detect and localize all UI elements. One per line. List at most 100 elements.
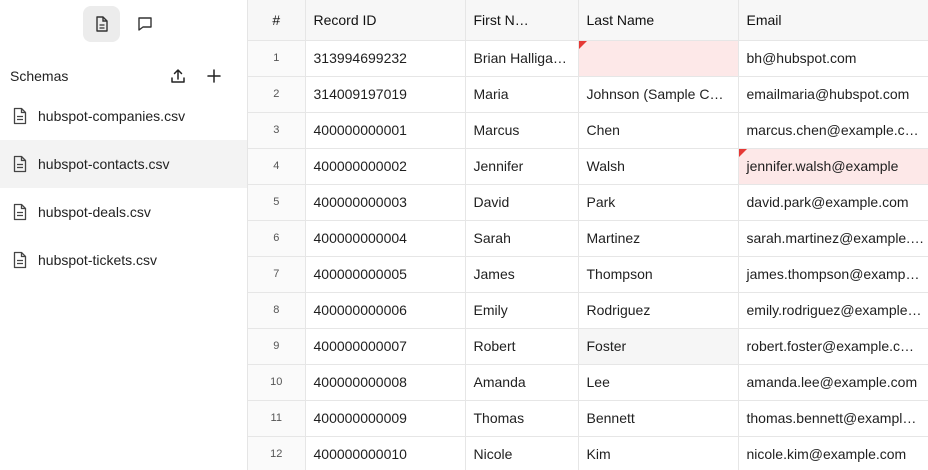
file-name: hubspot-contacts.csv [38,156,170,172]
document-icon [95,16,109,32]
upload-icon [170,68,186,84]
last-name-cell[interactable] [578,40,739,77]
first-name-cell[interactable]: James [465,256,579,293]
table-body: 1 313994699232 Brian Halligan… bh@hubspot.c… [248,40,928,470]
first-name-cell[interactable]: Thomas [465,400,579,437]
email-cell[interactable]: james.thompson@examp… [738,256,928,293]
last-name-cell[interactable]: Chen [578,112,739,149]
row-number-cell: 1 [248,40,306,77]
first-name-cell[interactable]: Brian Halligan… [465,40,579,77]
table-row[interactable]: 11 400000000009 Thomas Bennett thomas.bennet… [248,400,928,437]
row-number-cell: 9 [248,328,306,365]
first-name-cell[interactable]: Maria [465,76,579,113]
email-cell[interactable]: thomas.bennett@exampl… [738,400,928,437]
file-list: hubspot-companies.csv hubspot-contacts.cs… [0,92,247,284]
first-name-cell[interactable]: Robert [465,328,579,365]
first-name-cell[interactable]: Nicole [465,436,579,470]
add-schema-button[interactable] [201,63,227,89]
file-item[interactable]: hubspot-contacts.csv [0,140,247,188]
column-header-email[interactable]: Email [738,0,928,41]
last-name-cell[interactable]: Rodriguez [578,292,739,329]
table-row[interactable]: 12 400000000010 Nicole Kim nicole.kim@exampl… [248,436,928,470]
table-row[interactable]: 1 313994699232 Brian Halligan… bh@hubspot.c… [248,40,928,77]
column-header-last-name[interactable]: Last Name [578,0,739,41]
email-cell[interactable]: robert.foster@example.c… [738,328,928,365]
table-row[interactable]: 3 400000000001 Marcus Chen marcus.chen@examp… [248,112,928,149]
last-name-cell[interactable]: Bennett [578,400,739,437]
table-row[interactable]: 10 400000000008 Amanda Lee amanda.lee@exampl… [248,364,928,401]
file-item[interactable]: hubspot-deals.csv [0,188,247,236]
record-id-cell[interactable]: 400000000009 [305,400,466,437]
last-name-cell[interactable]: Lee [578,364,739,401]
record-id-cell[interactable]: 400000000010 [305,436,466,470]
row-number-cell: 2 [248,76,306,113]
row-number-cell: 4 [248,148,306,185]
file-name: hubspot-companies.csv [38,108,186,124]
record-id-cell[interactable]: 400000000005 [305,256,466,293]
file-name: hubspot-deals.csv [38,204,151,220]
email-cell[interactable]: bh@hubspot.com [738,40,928,77]
email-cell[interactable]: jennifer.walsh@example [738,148,928,185]
table-row[interactable]: 2 314009197019 Maria Johnson (Sample Co… ema… [248,76,928,113]
column-header-row-number[interactable]: # [248,0,306,41]
table-row[interactable]: 4 400000000002 Jennifer Walsh jennifer.walsh… [248,148,928,185]
file-item[interactable]: hubspot-tickets.csv [0,236,247,284]
column-header-record-id[interactable]: Record ID [305,0,466,41]
record-id-cell[interactable]: 400000000002 [305,148,466,185]
first-name-cell[interactable]: Amanda [465,364,579,401]
column-header-first-name[interactable]: First N… [465,0,579,41]
row-number-cell: 10 [248,364,306,401]
header-row: # Record ID First N… Last Name Email [248,0,928,41]
row-number-cell: 5 [248,184,306,221]
file-item[interactable]: hubspot-companies.csv [0,92,247,140]
email-cell[interactable]: amanda.lee@example.com [738,364,928,401]
table-row[interactable]: 8 400000000006 Emily Rodriguez emily.rodrigu… [248,292,928,329]
row-number-cell: 6 [248,220,306,257]
upload-button[interactable] [165,63,191,89]
email-cell[interactable]: david.park@example.com [738,184,928,221]
record-id-cell[interactable]: 400000000008 [305,364,466,401]
sidebar: Schemas hubspot-companies.csv hubspot-con… [0,0,248,470]
file-icon [10,250,30,270]
record-id-cell[interactable]: 313994699232 [305,40,466,77]
first-name-cell[interactable]: Jennifer [465,148,579,185]
file-name: hubspot-tickets.csv [38,252,158,268]
last-name-cell[interactable]: Martinez [578,220,739,257]
table-row[interactable]: 6 400000000004 Sarah Martinez sarah.martinez… [248,220,928,257]
file-icon [10,202,30,222]
last-name-cell[interactable]: Thompson [578,256,739,293]
record-id-cell[interactable]: 400000000001 [305,112,466,149]
email-cell[interactable]: emily.rodriguez@example… [738,292,928,329]
schemas-header: Schemas [10,60,227,92]
first-name-cell[interactable]: Emily [465,292,579,329]
table-row[interactable]: 7 400000000005 James Thompson james.thompson… [248,256,928,293]
email-cell[interactable]: sarah.martinez@example.… [738,220,928,257]
record-id-cell[interactable]: 400000000003 [305,184,466,221]
first-name-cell[interactable]: David [465,184,579,221]
last-name-cell[interactable]: Foster [578,328,739,365]
last-name-cell[interactable]: Walsh [578,148,739,185]
schemas-title: Schemas [10,68,69,84]
email-cell[interactable]: nicole.kim@example.com [738,436,928,470]
row-number-cell: 12 [248,436,306,470]
record-id-cell[interactable]: 400000000006 [305,292,466,329]
row-number-cell: 8 [248,292,306,329]
record-id-cell[interactable]: 400000000004 [305,220,466,257]
row-number-cell: 7 [248,256,306,293]
row-number-cell: 11 [248,400,306,437]
file-view-toggle[interactable] [83,6,120,42]
last-name-cell[interactable]: Johnson (Sample Co… [578,76,739,113]
file-icon [10,154,30,174]
email-cell[interactable]: marcus.chen@example.c… [738,112,928,149]
record-id-cell[interactable]: 400000000007 [305,328,466,365]
email-cell[interactable]: emailmaria@hubspot.com [738,76,928,113]
last-name-cell[interactable]: Kim [578,436,739,470]
record-id-cell[interactable]: 314009197019 [305,76,466,113]
first-name-cell[interactable]: Sarah [465,220,579,257]
first-name-cell[interactable]: Marcus [465,112,579,149]
row-number-cell: 3 [248,112,306,149]
last-name-cell[interactable]: Park [578,184,739,221]
table-row[interactable]: 9 400000000007 Robert Foster robert.foster@e… [248,328,928,365]
chat-view-toggle[interactable] [126,6,163,42]
table-row[interactable]: 5 400000000003 David Park david.park@example… [248,184,928,221]
